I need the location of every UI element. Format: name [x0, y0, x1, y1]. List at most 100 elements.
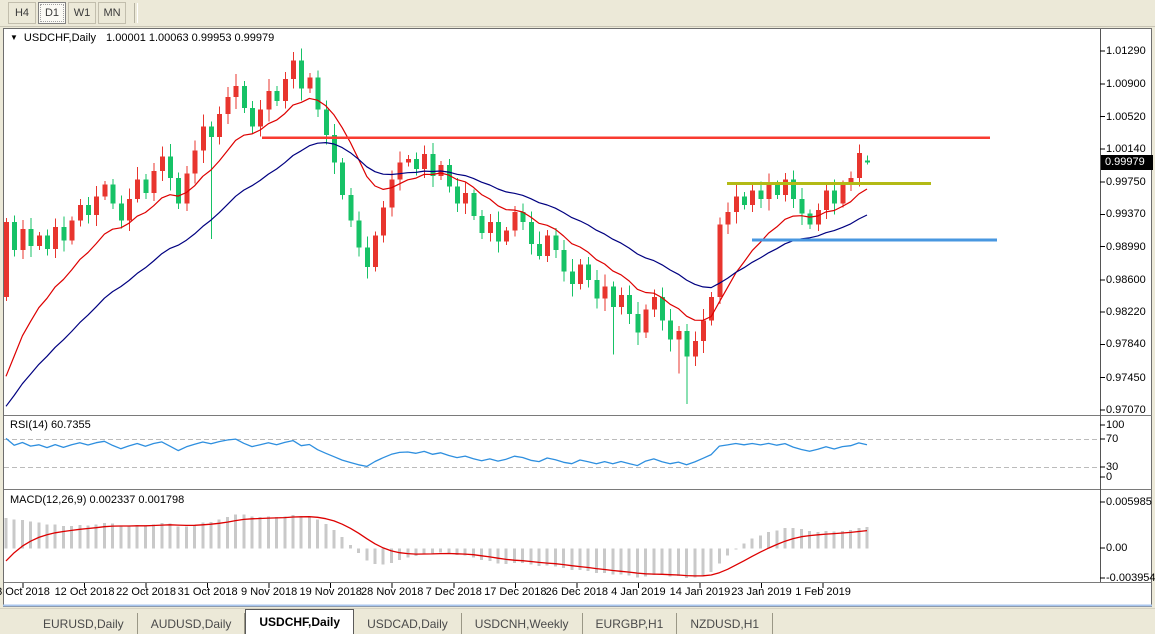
- tab-audusd-daily[interactable]: AUDUSD,Daily: [138, 613, 246, 634]
- candle-body: [865, 161, 870, 163]
- candle-body: [685, 331, 690, 357]
- macd-histogram-bar: [275, 517, 278, 548]
- macd-signal-line: [6, 517, 867, 576]
- candle-body: [824, 191, 829, 211]
- tab-usdcad-daily[interactable]: USDCAD,Daily: [354, 613, 462, 634]
- macd-histogram-bar: [119, 526, 122, 549]
- macd-histogram-bar: [570, 548, 573, 570]
- candle-body: [389, 179, 394, 207]
- candle-body: [406, 159, 411, 162]
- chart-dropdown-icon[interactable]: ▼: [10, 33, 18, 42]
- macd-histogram-bar: [644, 548, 647, 576]
- tab-usdchf-daily[interactable]: USDCHF,Daily: [245, 609, 354, 634]
- chart-ohlc-values: 1.00001 1.00063 0.99953 0.99979: [106, 32, 274, 44]
- macd-histogram-bar: [210, 522, 213, 549]
- price-axis-label: 1.00140: [1106, 143, 1146, 155]
- price-axis-label: 0.98220: [1106, 306, 1146, 318]
- candle-body: [324, 110, 329, 136]
- candle-body: [570, 271, 575, 284]
- candle-body: [398, 162, 403, 179]
- candle-body: [316, 77, 321, 109]
- rsi-axis-label: 100: [1106, 419, 1124, 431]
- candle-body: [660, 297, 665, 321]
- macd-histogram-bar: [234, 515, 237, 549]
- candle-body: [816, 210, 821, 224]
- candle-body: [422, 154, 427, 169]
- candle-body: [767, 185, 772, 199]
- macd-histogram-bar: [259, 517, 262, 548]
- macd-histogram-bar: [349, 545, 352, 548]
- candle-body: [799, 199, 804, 213]
- macd-histogram-bar: [718, 548, 721, 563]
- macd-histogram-bar: [333, 530, 336, 548]
- candle-body: [537, 244, 542, 256]
- macd-histogram-bar: [128, 526, 131, 548]
- price-axis-label: 1.00520: [1106, 111, 1146, 123]
- candle-body: [242, 86, 247, 108]
- macd-histogram-bar: [415, 548, 418, 556]
- macd-histogram-bar: [767, 532, 770, 548]
- macd-histogram-bar: [423, 548, 426, 553]
- slow-ma-line: [6, 143, 867, 407]
- tab-eurusd-daily[interactable]: EURUSD,Daily: [30, 613, 138, 634]
- date-axis-label: 28 Nov 2018: [361, 586, 423, 598]
- candle-body: [758, 191, 763, 200]
- date-axis-label: 12 Oct 2018: [55, 586, 115, 598]
- macd-histogram-bar: [37, 522, 40, 548]
- candle-body: [275, 91, 280, 101]
- candle-body: [619, 295, 624, 307]
- macd-histogram-bar: [513, 548, 516, 563]
- macd-histogram-bar: [382, 548, 385, 564]
- macd-indicator-label: MACD(12,26,9) 0.002337 0.001798: [10, 494, 184, 506]
- macd-histogram-bar: [734, 548, 737, 549]
- macd-histogram-bar: [152, 525, 155, 549]
- macd-histogram-bar: [144, 526, 147, 549]
- chart-title: ▼USDCHF,Daily1.00001 1.00063 0.99953 0.9…: [10, 32, 274, 44]
- candle-body: [250, 108, 255, 127]
- candle-body: [471, 193, 476, 216]
- macd-histogram-bar: [283, 516, 286, 548]
- macd-histogram-bar: [177, 526, 180, 548]
- macd-histogram-bar: [251, 517, 254, 549]
- candlestick-chart[interactable]: [0, 0, 1155, 634]
- candle-body: [119, 203, 124, 220]
- tab-eurgbp-h1[interactable]: EURGBP,H1: [583, 613, 678, 634]
- macd-histogram-bar: [620, 548, 623, 574]
- candle-body: [726, 212, 731, 225]
- candle-body: [217, 114, 222, 137]
- date-axis-label: 31 Oct 2018: [178, 586, 238, 598]
- candle-body: [111, 185, 116, 204]
- price-axis-label: 0.97450: [1106, 372, 1146, 384]
- macd-histogram-bar: [439, 548, 442, 552]
- candle-body: [750, 191, 755, 205]
- macd-histogram-bar: [447, 548, 450, 553]
- tab-usdcnh-weekly[interactable]: USDCNH,Weekly: [462, 613, 583, 634]
- macd-histogram-bar: [374, 548, 377, 564]
- candle-body: [29, 229, 34, 246]
- price-axis-label: 0.99370: [1106, 208, 1146, 220]
- date-axis-label: 26 Dec 2018: [546, 586, 608, 598]
- candle-body: [529, 222, 534, 244]
- candle-body: [627, 295, 632, 314]
- price-axis-label: 0.98600: [1106, 274, 1146, 286]
- candle-body: [586, 265, 591, 280]
- macd-histogram-bar: [70, 526, 73, 548]
- candle-body: [578, 265, 583, 285]
- price-axis-label: 1.01290: [1106, 45, 1146, 57]
- candle-body: [611, 287, 616, 307]
- candle-body: [348, 195, 353, 221]
- macd-histogram-bar: [743, 543, 746, 548]
- candle-body: [553, 236, 558, 250]
- date-axis-label: 19 Nov 2018: [299, 586, 361, 598]
- candle-body: [668, 321, 673, 340]
- candle-body: [644, 310, 649, 333]
- macd-histogram-bar: [169, 524, 172, 549]
- macd-histogram-bar: [808, 531, 811, 548]
- price-axis-label: 0.97840: [1106, 338, 1146, 350]
- candle-body: [53, 227, 58, 249]
- candle-body: [176, 178, 181, 204]
- candle-body: [135, 179, 140, 199]
- candle-body: [266, 91, 271, 110]
- trading-platform: H4D1W1MN ▼USDCHF,Daily1.00001 1.00063 0.…: [0, 0, 1155, 634]
- tab-nzdusd-h1[interactable]: NZDUSD,H1: [677, 613, 773, 634]
